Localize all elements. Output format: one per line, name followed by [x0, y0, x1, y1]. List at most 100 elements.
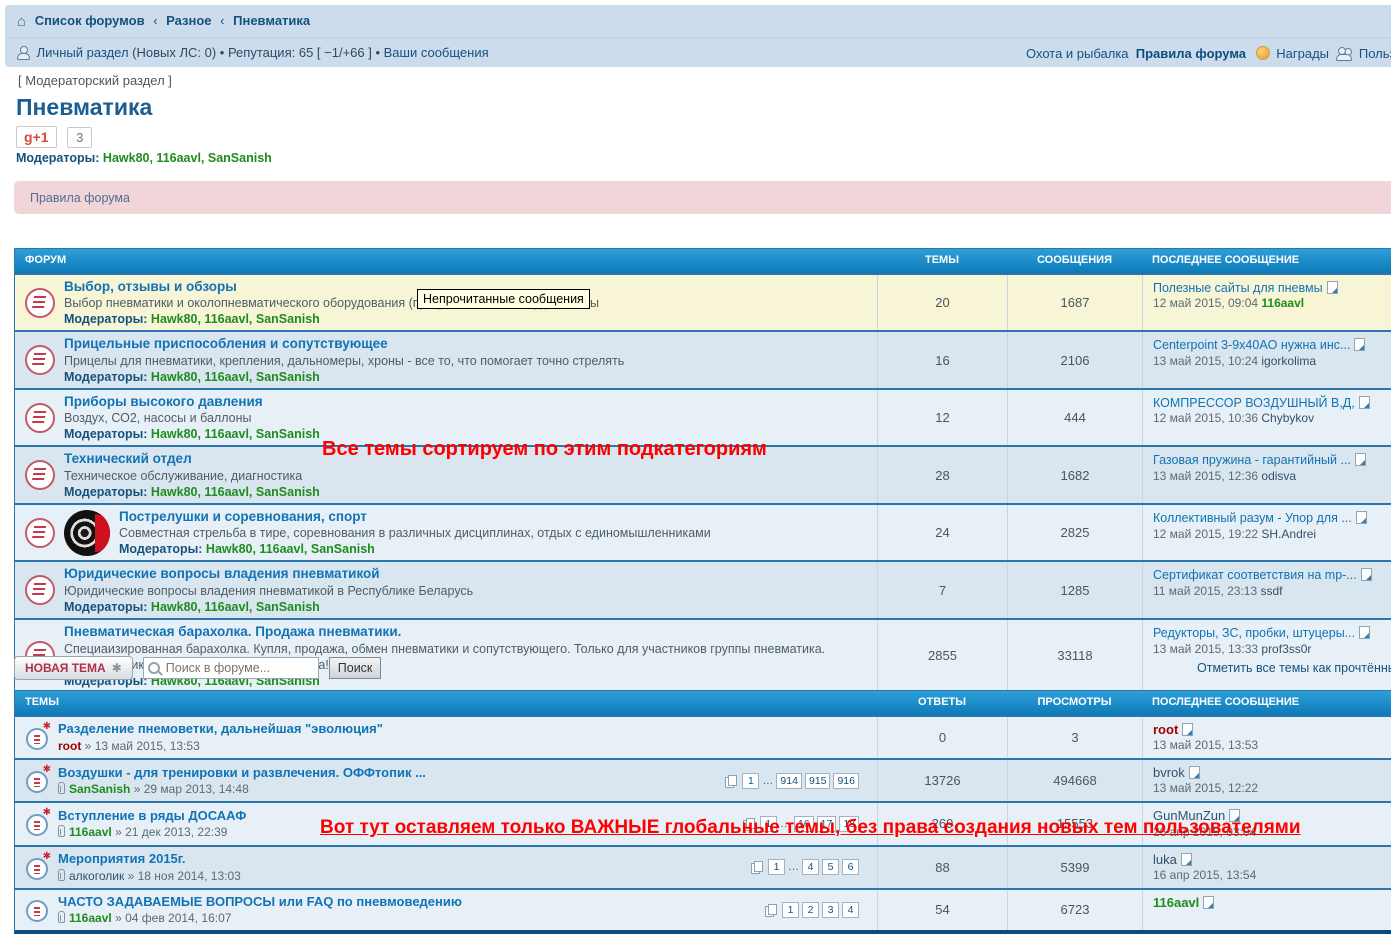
- rules-link[interactable]: Правила форума: [30, 191, 130, 205]
- forum-link[interactable]: Выбор, отзывы и обзоры: [64, 279, 237, 294]
- lastpost-user[interactable]: root: [1153, 722, 1178, 737]
- goto-lastpost-icon[interactable]: [1356, 511, 1367, 524]
- goto-lastpost-icon[interactable]: [1182, 723, 1193, 736]
- lastpost-user[interactable]: bvrok: [1153, 765, 1185, 780]
- forum-link[interactable]: Пострелушки и соревнования, спорт: [119, 509, 367, 524]
- page-number[interactable]: 915: [805, 773, 831, 789]
- forum-unread-icon: [25, 288, 55, 318]
- mark-all-read-link[interactable]: Отметить все темы как прочтённые: [1197, 661, 1391, 675]
- moderator-section-link[interactable]: [ Модераторский раздел ]: [18, 73, 172, 88]
- author-separator: »: [115, 911, 122, 925]
- forum-unread-icon: [25, 403, 55, 433]
- awards-link[interactable]: Награды: [1276, 46, 1329, 61]
- search-button[interactable]: Поиск: [329, 657, 382, 679]
- replies-count: 54: [877, 890, 1007, 930]
- unread-messages-tooltip: Непрочитанные сообщения: [417, 289, 590, 309]
- your-posts-link[interactable]: Ваши сообщения: [384, 45, 489, 60]
- page-title: Пневматика: [16, 94, 152, 121]
- goto-lastpost-icon[interactable]: [1354, 338, 1365, 351]
- user-icon: [17, 46, 30, 59]
- topic-author[interactable]: SanSanish: [69, 782, 130, 796]
- moderator-links[interactable]: Hawk80, 116aavl, SanSanish: [151, 600, 320, 614]
- topic-date: 13 май 2015, 13:53: [95, 739, 200, 753]
- page-number[interactable]: 4: [802, 859, 819, 875]
- forum-link[interactable]: Технический отдел: [64, 451, 192, 466]
- posts-count: 2825: [1007, 505, 1142, 561]
- lastpost-user[interactable]: Chybykov: [1261, 411, 1314, 425]
- lastpost-link[interactable]: Centerpoint 3-9x40AO нужна инс...: [1153, 338, 1350, 352]
- topic-author[interactable]: root: [58, 739, 81, 753]
- goto-lastpost-icon[interactable]: [1355, 453, 1366, 466]
- forum-link[interactable]: Пневматическая барахолка. Продажа пневма…: [64, 624, 401, 639]
- goto-lastpost-icon[interactable]: [1189, 766, 1200, 779]
- moderator-links[interactable]: Hawk80, 116aavl, SanSanish: [151, 312, 320, 326]
- goto-lastpost-icon[interactable]: [1359, 396, 1370, 409]
- lastpost-link[interactable]: Сертификат соответствия на mp-...: [1153, 568, 1357, 582]
- moderator-links[interactable]: Hawk80, 116aavl, SanSanish: [103, 151, 272, 165]
- members-link[interactable]: Пользователи: [1359, 46, 1391, 61]
- page-number[interactable]: 2: [802, 902, 819, 918]
- moderator-links[interactable]: Hawk80, 116aavl, SanSanish: [151, 427, 320, 441]
- gplus-button[interactable]: g+1: [16, 126, 57, 148]
- goto-lastpost-icon[interactable]: [1203, 896, 1214, 909]
- lastpost-user[interactable]: odisva: [1261, 469, 1296, 483]
- page-number[interactable]: 5: [822, 859, 839, 875]
- page-number[interactable]: 1: [742, 773, 759, 789]
- lastpost-link[interactable]: Редукторы, ЗС, пробки, штуцеры...: [1153, 626, 1355, 640]
- lastpost-link[interactable]: Газовая пружина - гарантийный ...: [1153, 453, 1351, 467]
- topic-author[interactable]: алкоголик: [69, 869, 124, 883]
- breadcrumb-category[interactable]: Разное: [166, 13, 211, 28]
- search-input[interactable]: [143, 657, 319, 679]
- lastpost-user[interactable]: 116aavl: [1261, 296, 1304, 310]
- moderator-links[interactable]: Hawk80, 116aavl, SanSanish: [151, 485, 320, 499]
- attachment-icon: [58, 911, 65, 923]
- shooting-club-logo: [64, 510, 110, 556]
- forum-link[interactable]: Приборы высокого давления: [64, 394, 263, 409]
- page-number[interactable]: 4: [842, 902, 859, 918]
- breadcrumb-current[interactable]: Пневматика: [233, 13, 310, 28]
- hunting-fishing-link[interactable]: Охота и рыбалка: [1026, 46, 1129, 61]
- topic-author[interactable]: 116aavl: [69, 825, 112, 839]
- moderator-links[interactable]: Hawk80, 116aavl, SanSanish: [206, 542, 375, 556]
- goto-lastpost-icon[interactable]: [1181, 853, 1192, 866]
- lastpost-user[interactable]: igorkolima: [1261, 354, 1316, 368]
- new-topic-button[interactable]: НОВАЯ ТЕМА✱: [14, 656, 133, 680]
- lastpost-user[interactable]: 116aavl: [1153, 895, 1199, 910]
- topic-link[interactable]: Воздушки - для тренировки и развлечения.…: [58, 765, 426, 780]
- breadcrumb-forum-list[interactable]: Список форумов: [35, 13, 145, 28]
- page-number[interactable]: 914: [776, 773, 802, 789]
- lastpost-user[interactable]: SH.Andrei: [1261, 527, 1316, 541]
- topic-link[interactable]: Вступление в ряды ДОСААФ: [58, 808, 246, 823]
- lastpost-link[interactable]: КОМПРЕССОР ВОЗДУШНЫЙ В,Д,: [1153, 396, 1355, 410]
- forum-rules-link[interactable]: Правила форума: [1136, 46, 1246, 61]
- lastpost-user[interactable]: luka: [1153, 852, 1177, 867]
- forum-description: Специаизированная барахолка. Купля, прод…: [64, 642, 825, 656]
- lastpost-date: 12 май 2015, 09:04: [1153, 296, 1258, 310]
- pages-icon: [751, 861, 762, 873]
- page-number[interactable]: 1: [768, 859, 785, 875]
- home-icon[interactable]: ⌂: [17, 13, 26, 30]
- page-number[interactable]: 3: [822, 902, 839, 918]
- topic-author[interactable]: 116aavl: [69, 911, 112, 925]
- lastpost-link[interactable]: Полезные сайты для пневмы: [1153, 281, 1323, 295]
- posts-count: 444: [1007, 390, 1142, 446]
- goto-lastpost-icon[interactable]: [1359, 626, 1370, 639]
- private-section-link[interactable]: Личный раздел: [37, 45, 129, 60]
- forum-link[interactable]: Юридические вопросы владения пневматикой: [64, 566, 380, 581]
- goto-lastpost-icon[interactable]: [1361, 568, 1372, 581]
- lastpost-link[interactable]: Коллективный разум - Упор для ...: [1153, 511, 1352, 525]
- pagination-ellipsis: …: [788, 861, 799, 873]
- goto-lastpost-icon[interactable]: [1327, 281, 1338, 294]
- topic-link[interactable]: Мероприятия 2015г.: [58, 851, 186, 866]
- lastpost-user[interactable]: ssdf: [1261, 584, 1283, 598]
- forum-row: Выбор, отзывы и обзоры Выбор пневматики …: [15, 273, 1391, 331]
- moderator-links[interactable]: Hawk80, 116aavl, SanSanish: [151, 370, 320, 384]
- topic-link[interactable]: Разделение пнемоветки, дальнейшая "эволю…: [58, 721, 383, 736]
- page-number[interactable]: 6: [842, 859, 859, 875]
- topic-link[interactable]: ЧАСТО ЗАДАВАЕМЫЕ ВОПРОСЫ или FAQ по пнев…: [58, 894, 462, 909]
- forum-link[interactable]: Прицельные приспособления и сопутствующе…: [64, 336, 388, 351]
- moderators-label: Модераторы:: [64, 427, 147, 441]
- page-number[interactable]: 916: [833, 773, 859, 789]
- lastpost-user[interactable]: prof3ss0r: [1261, 642, 1311, 656]
- page-number[interactable]: 1: [782, 902, 799, 918]
